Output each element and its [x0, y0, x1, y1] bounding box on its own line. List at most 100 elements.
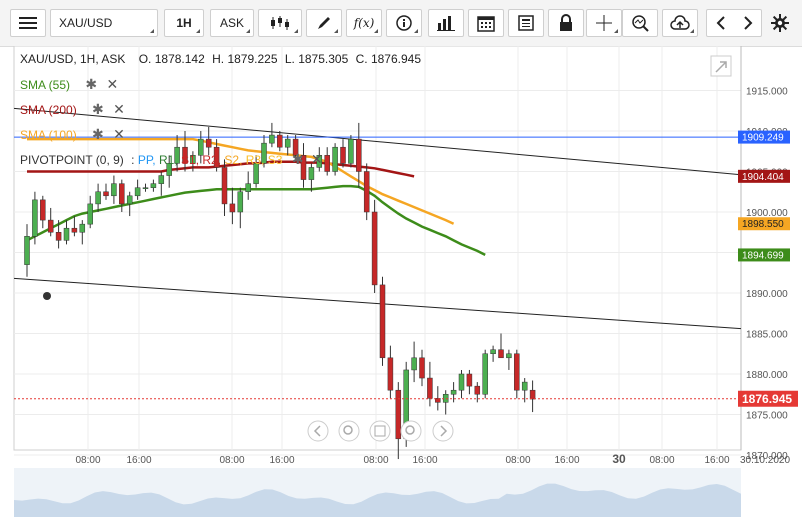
- candle-body[interactable]: [134, 187, 141, 197]
- pivot-separator: :: [131, 153, 135, 167]
- candle-body[interactable]: [245, 183, 251, 192]
- candle-body[interactable]: [63, 227, 70, 241]
- indicators-button[interactable]: f(x): [346, 9, 382, 37]
- menu-button[interactable]: [10, 9, 46, 37]
- gear-icon[interactable]: ✱: [92, 101, 104, 117]
- candle-body[interactable]: [450, 389, 457, 395]
- candle-body[interactable]: [284, 138, 291, 148]
- candle-body[interactable]: [474, 385, 481, 395]
- calendar-button[interactable]: [468, 9, 504, 37]
- crosshair-icon: [596, 15, 612, 31]
- legend-pivotpoint[interactable]: PIVOTPOINT (0, 9) : PP, R1, S1, R2, S2, …: [20, 151, 323, 168]
- x-tick-label: 16:00: [412, 455, 437, 466]
- candle-body[interactable]: [95, 191, 101, 205]
- close-icon[interactable]: ✕: [106, 76, 118, 92]
- candle-body[interactable]: [395, 389, 402, 440]
- candle-body[interactable]: [324, 155, 330, 172]
- candle-body[interactable]: [79, 223, 86, 233]
- candle-body[interactable]: [269, 134, 275, 144]
- crosshair-button[interactable]: [586, 9, 622, 37]
- lock-button[interactable]: [548, 9, 584, 37]
- volume-button[interactable]: [428, 9, 464, 37]
- scroll-left-button[interactable]: [307, 420, 329, 442]
- symbol-selector[interactable]: XAU/USD: [50, 9, 158, 37]
- candle-body[interactable]: [506, 353, 512, 359]
- candle-body[interactable]: [514, 353, 520, 391]
- zoom-out-button[interactable]: [338, 420, 360, 442]
- candle-body[interactable]: [419, 357, 425, 379]
- candle-body[interactable]: [490, 349, 496, 355]
- candle-body[interactable]: [32, 199, 38, 237]
- candle-body[interactable]: [332, 146, 338, 172]
- candle-body[interactable]: [87, 203, 93, 225]
- close-icon[interactable]: ✕: [311, 151, 323, 167]
- candle-body[interactable]: [521, 381, 528, 391]
- candle-body[interactable]: [427, 377, 433, 399]
- y-tick-label: 1880.000: [746, 370, 788, 381]
- candle-body[interactable]: [103, 191, 109, 197]
- info-button[interactable]: [386, 9, 422, 37]
- candle-body[interactable]: [237, 191, 244, 213]
- candle-body[interactable]: [119, 183, 125, 205]
- candle-body[interactable]: [363, 171, 370, 213]
- candle-body[interactable]: [340, 146, 346, 164]
- candle-body[interactable]: [458, 373, 465, 391]
- candle-body[interactable]: [371, 211, 378, 286]
- zoom-button[interactable]: [622, 9, 658, 37]
- candle-body[interactable]: [142, 187, 149, 189]
- candle-body[interactable]: [40, 199, 46, 221]
- candle-body[interactable]: [229, 203, 236, 213]
- chart-type-button[interactable]: [258, 9, 302, 37]
- candle-body[interactable]: [150, 183, 157, 188]
- forward-arrow-icon[interactable]: [743, 16, 753, 30]
- reset-zoom-button[interactable]: [369, 420, 391, 442]
- x-tick-label: 08:00: [219, 455, 244, 466]
- back-arrow-icon[interactable]: [716, 16, 726, 30]
- gear-icon[interactable]: ✱: [85, 76, 97, 92]
- close-icon[interactable]: ✕: [113, 126, 125, 142]
- zoom-in-button[interactable]: [400, 420, 422, 442]
- chart-toolbar: XAU/USD 1H ASK f(x): [0, 0, 802, 47]
- candle-body[interactable]: [277, 134, 283, 148]
- x-tick-label: 08:00: [649, 455, 674, 466]
- news-button[interactable]: [508, 9, 544, 37]
- x-tick-label: 16:00: [704, 455, 729, 466]
- candle-body[interactable]: [47, 219, 54, 233]
- y-tick-label: 1885.000: [746, 330, 788, 341]
- legend-sma100[interactable]: SMA (100) ✱ ✕: [20, 126, 125, 143]
- candle-body[interactable]: [126, 195, 133, 205]
- symbol-label: XAU/USD: [59, 16, 113, 30]
- candlestick-type-icon: [271, 16, 289, 30]
- gear-icon[interactable]: ✱: [292, 151, 304, 167]
- interval-selector[interactable]: 1H: [164, 9, 204, 37]
- candle-body[interactable]: [24, 236, 30, 265]
- candle-body[interactable]: [111, 183, 117, 197]
- candle-body[interactable]: [55, 232, 62, 241]
- price-type-selector[interactable]: ASK: [210, 9, 254, 37]
- settings-button[interactable]: [766, 9, 794, 37]
- legend-sma55[interactable]: SMA (55) ✱ ✕: [20, 76, 118, 93]
- candle-body[interactable]: [356, 138, 362, 172]
- close-icon[interactable]: ✕: [113, 101, 125, 117]
- candle-body[interactable]: [529, 389, 536, 400]
- share-button[interactable]: [662, 9, 698, 37]
- lock-icon: [560, 14, 572, 31]
- candle-body[interactable]: [466, 373, 473, 387]
- candle-body[interactable]: [482, 353, 488, 395]
- legend-sma200[interactable]: SMA (200) ✱ ✕: [20, 101, 125, 118]
- spider-icon[interactable]: [43, 292, 51, 300]
- candle-body[interactable]: [158, 175, 165, 184]
- scroll-right-button[interactable]: [432, 420, 454, 442]
- candle-body[interactable]: [498, 349, 504, 359]
- candle-body[interactable]: [71, 227, 78, 233]
- draw-tool-button[interactable]: [306, 9, 342, 37]
- candle-body[interactable]: [387, 357, 394, 391]
- x-tick-label: 08:00: [75, 455, 100, 466]
- candle-body[interactable]: [205, 138, 212, 148]
- gear-icon[interactable]: ✱: [92, 126, 104, 142]
- candle-body[interactable]: [221, 167, 228, 205]
- candle-body[interactable]: [348, 138, 354, 164]
- candle-body[interactable]: [411, 357, 417, 371]
- candle-body[interactable]: [379, 284, 386, 359]
- candle-body[interactable]: [308, 167, 315, 180]
